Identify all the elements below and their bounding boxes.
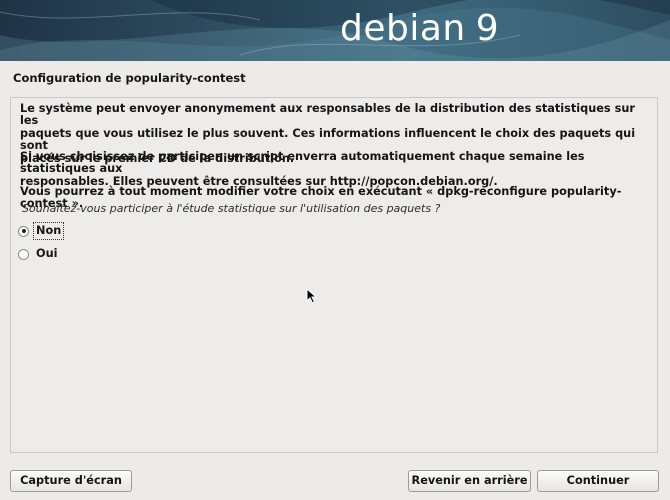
question-prompt: Souhaitez-vous participer à l'étude stat… — [22, 202, 441, 215]
mouse-pointer-icon — [306, 288, 318, 304]
option-oui-label[interactable]: Oui — [34, 246, 60, 262]
option-oui[interactable]: Oui — [18, 245, 60, 263]
debian-logo: debian 9 — [334, 8, 670, 49]
back-button[interactable]: Revenir en arrière — [408, 470, 531, 492]
paragraph-1-line-2: paquets que vous utilisez le plus souven… — [20, 126, 636, 153]
paragraph-2-line-1: Si vous choisissez de participer, un scr… — [20, 150, 585, 176]
debian-banner: debian 9 — [0, 0, 670, 61]
brand-version: 9 — [475, 8, 500, 49]
screenshot-button[interactable]: Capture d'écran — [10, 470, 132, 492]
page-title: Configuration de popularity-contest — [13, 71, 246, 85]
paragraph-1-line-1: Le système peut envoyer anonymement aux … — [20, 102, 635, 128]
description-paragraph-2: Si vous choisissez de participer, un scr… — [20, 150, 650, 188]
radio-button-icon[interactable] — [18, 248, 29, 260]
option-non[interactable]: Non — [18, 222, 65, 240]
brand-text: debian — [340, 8, 466, 49]
radio-button-icon[interactable] — [18, 225, 29, 237]
content-panel: Le système peut envoyer anonymement aux … — [10, 97, 658, 453]
continue-button[interactable]: Continuer — [537, 470, 659, 492]
option-non-label[interactable]: Non — [32, 222, 65, 240]
